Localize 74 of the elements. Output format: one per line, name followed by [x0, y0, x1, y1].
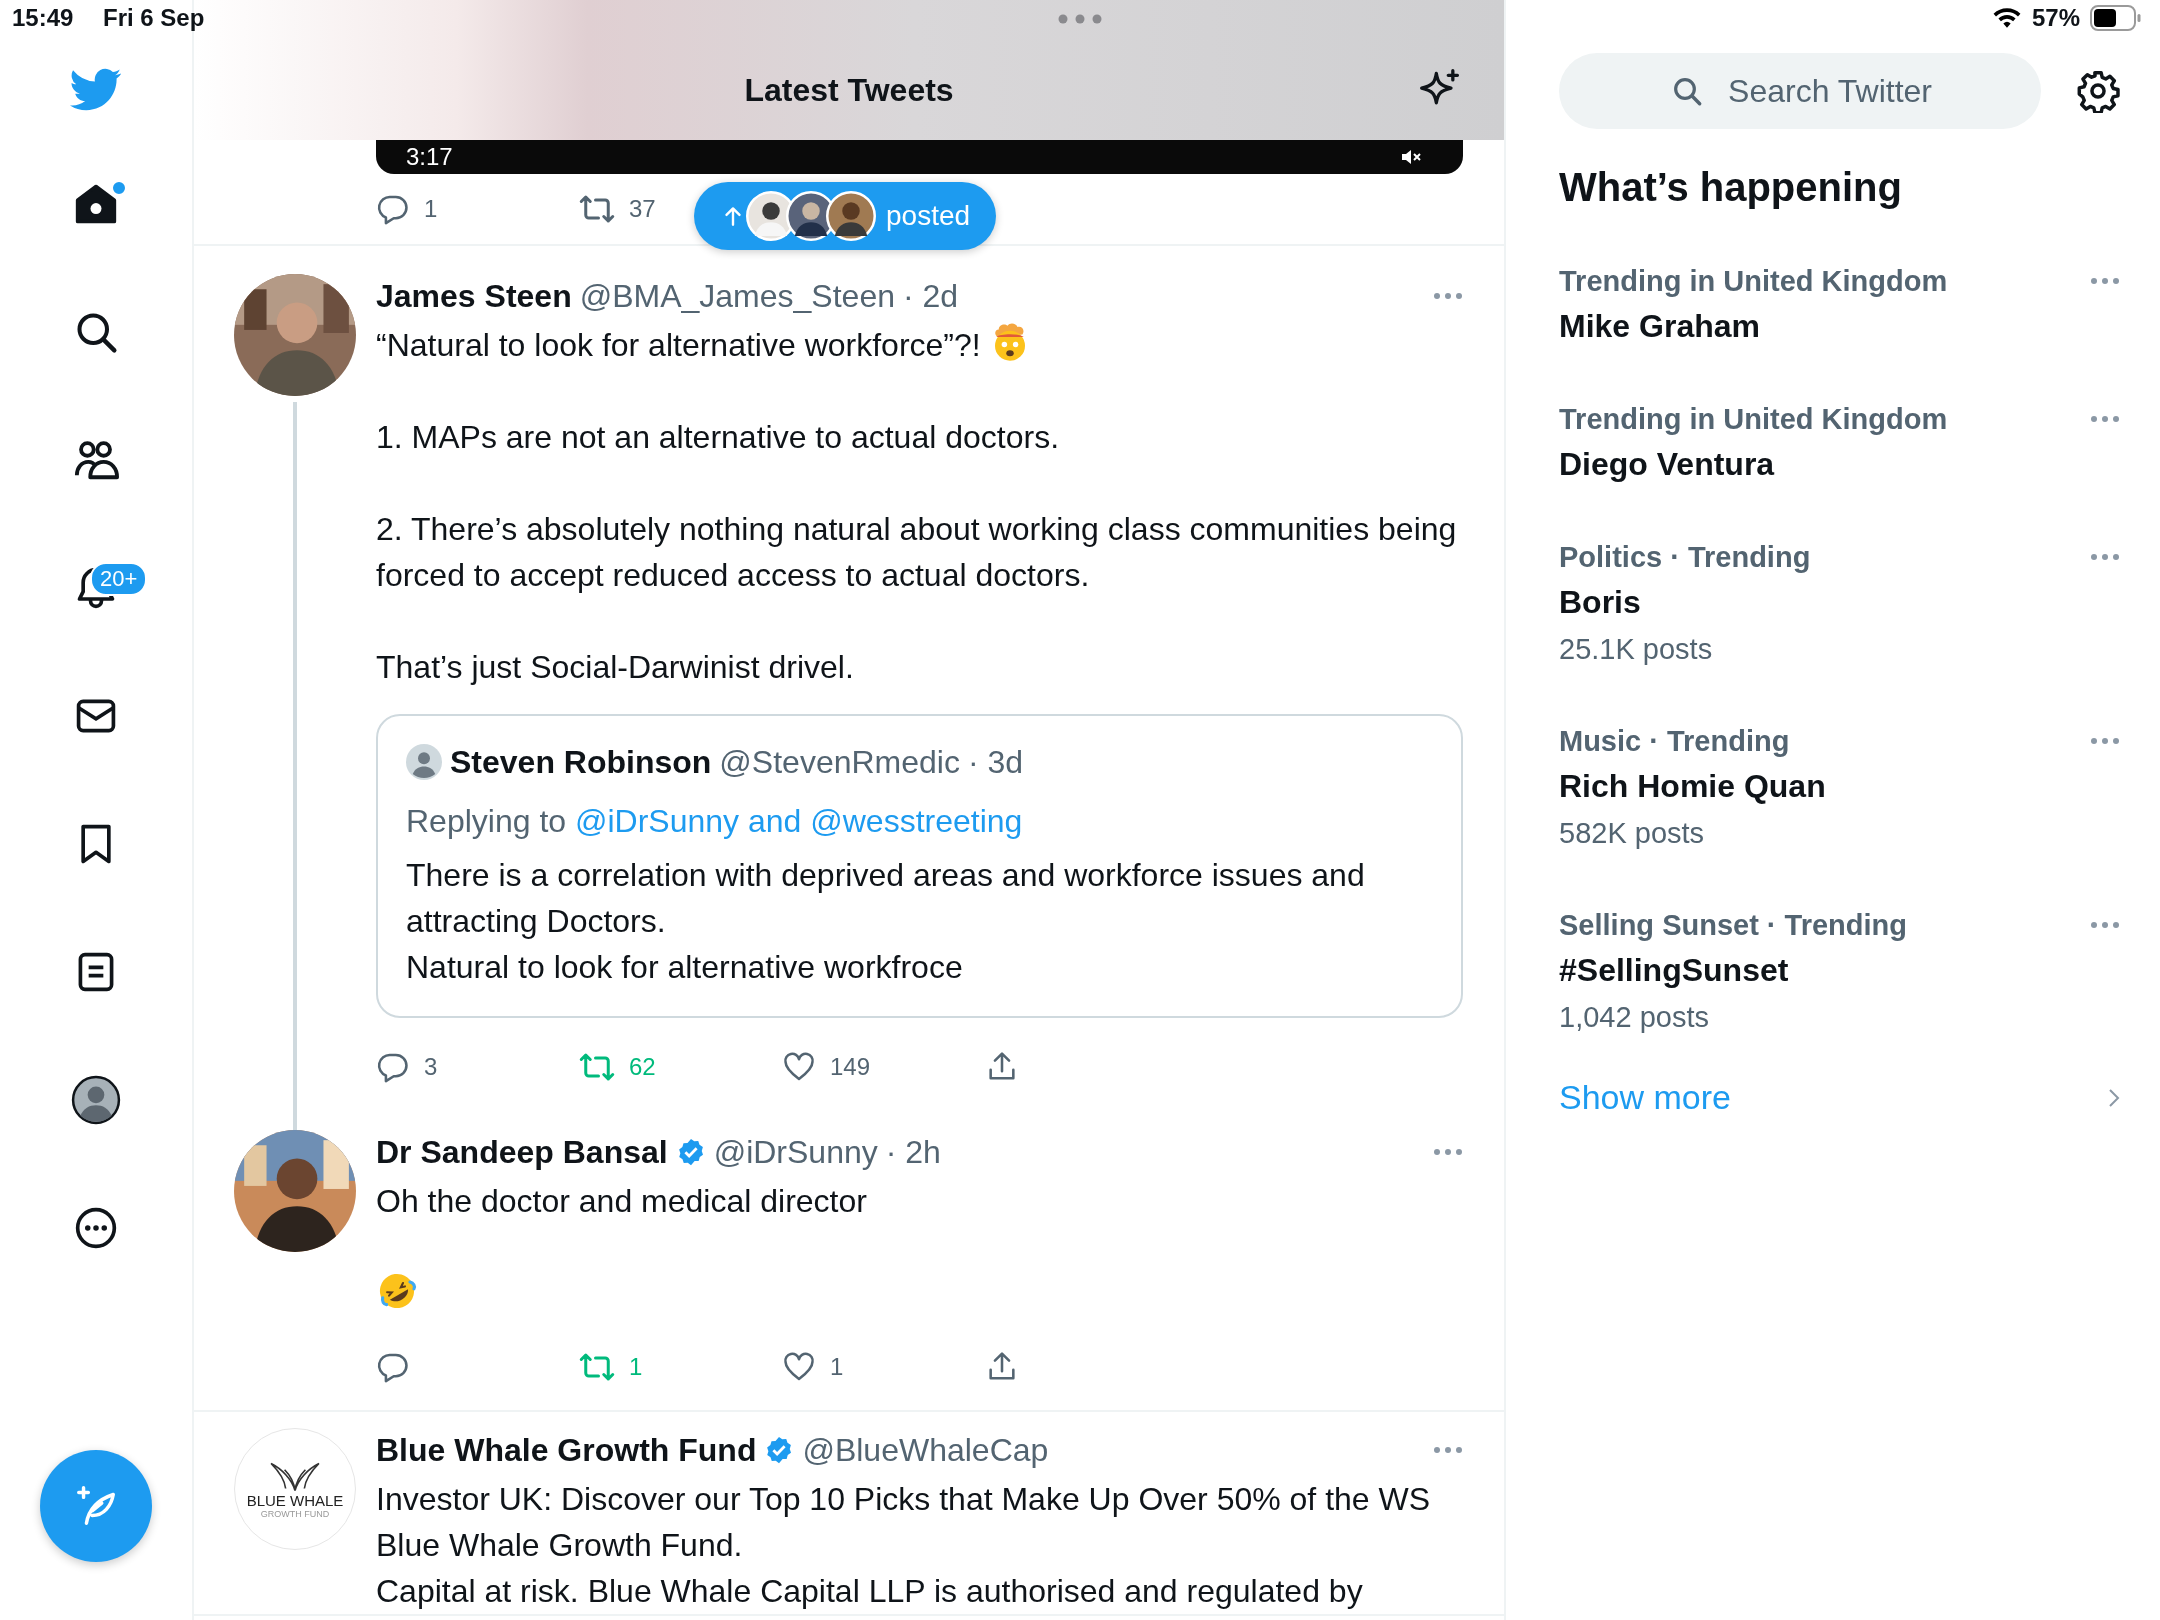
multitask-dots-icon[interactable]	[1058, 14, 1102, 24]
action-count: 62	[629, 1053, 656, 1081]
trend-post-count: 1,042 posts	[1559, 1000, 1710, 1035]
chevron-right-icon[interactable]	[2108, 1087, 2120, 1108]
trend-category[interactable]: Trending in United Kingdom	[1559, 260, 1948, 302]
trend-category[interactable]: Politics · Trending	[1559, 536, 1811, 578]
more-options-icon[interactable]	[1433, 292, 1463, 300]
tweet-text: Investor UK: Discover our Top 10 Picks that Make Up Over 50% of the WS Blue Whale Growth Fund.	[376, 1480, 1432, 1565]
quote-text: Natural to look for alternative workfroce	[406, 948, 964, 987]
post-time: · 3d	[967, 743, 1024, 781]
more-options-icon[interactable]	[2090, 277, 2120, 285]
battery-percent: 57%	[2031, 4, 2080, 32]
tweet-text: “Natural to look for alternative workforce”?!	[376, 327, 981, 363]
post-time: · 2d	[902, 277, 959, 315]
tweet-text: 2. There’s absolutely nothing natural about working class communities being forced to accept reduced access to actual doctors.	[376, 511, 1457, 593]
search-field[interactable]: Search Twitter	[1559, 53, 2041, 129]
status-date: Fri 6 Sep	[103, 4, 205, 32]
author-name[interactable]: James Steen	[376, 277, 572, 315]
tweet-text: 1. MAPs are not an alternative to actual doctors.	[376, 419, 1060, 455]
video-player[interactable]: 3:17	[376, 140, 1463, 174]
more-options-icon[interactable]	[1433, 1446, 1463, 1454]
search-icon	[1671, 75, 1703, 107]
post-time: · 2h	[885, 1133, 941, 1171]
video-duration: 3:17	[406, 143, 453, 171]
author-name: Steven Robinson	[450, 743, 712, 781]
action-count: 3	[424, 1053, 438, 1081]
replying-to-label: Replying to	[406, 803, 567, 839]
search-icon	[74, 310, 118, 354]
settings-icon[interactable]	[2076, 69, 2120, 113]
author-handle: @StevenRmedic	[719, 743, 960, 781]
avatar-icon	[406, 744, 442, 780]
page-title: Latest Tweets	[744, 70, 954, 109]
status-time: 15:49	[12, 4, 74, 32]
wifi-icon	[1991, 7, 2022, 29]
author-handle[interactable]: @BlueWhaleCap	[802, 1431, 1049, 1469]
home-icon	[74, 182, 118, 226]
trend-name[interactable]: Mike Graham	[1559, 302, 2120, 350]
trend-post-count: 25.1K posts	[1559, 632, 1714, 667]
quote-text: There is a correlation with deprived areas and workforce issues and attracting Doctors.	[406, 856, 1366, 941]
tweet-text: Capital at risk. Blue Whale Capital LLP is authorised and regulated by	[376, 1572, 1364, 1611]
trend-name[interactable]: Boris	[1559, 578, 2120, 626]
author-handle[interactable]: @iDrSunny	[713, 1133, 878, 1171]
author-name[interactable]: Dr Sandeep Bansal	[376, 1133, 668, 1171]
trend-category[interactable]: Music · Trending	[1559, 720, 1790, 762]
compose-button[interactable]	[40, 1450, 152, 1562]
trend-post-count: 582K posts	[1559, 816, 1706, 851]
trend-name[interactable]: Diego Ventura	[1559, 440, 2120, 488]
more-options-icon[interactable]	[2090, 415, 2120, 423]
more-icon	[74, 1206, 118, 1250]
logo-subtext: GROWTH FUND	[260, 1508, 330, 1519]
action-count: 1	[830, 1353, 844, 1381]
more-options-icon[interactable]	[2090, 553, 2120, 561]
notification-count: 20+	[90, 562, 148, 596]
action-count: 1	[629, 1353, 643, 1381]
author-handle[interactable]: @BMA_James_Steen	[579, 277, 895, 315]
more-options-icon[interactable]	[2090, 737, 2120, 745]
logo-text: BLUE WHALE	[246, 1491, 344, 1509]
trend-name[interactable]: #SellingSunset	[1559, 946, 2120, 994]
action-count: 149	[830, 1053, 871, 1081]
trend-category[interactable]: Trending in United Kingdom	[1559, 398, 1948, 440]
author-name[interactable]: Blue Whale Growth Fund	[376, 1431, 757, 1469]
tweet-text: That’s just Social-Darwinist drivel.	[376, 649, 854, 685]
section-title: What’s happening	[1559, 165, 1903, 210]
trend-name[interactable]: Rich Homie Quan	[1559, 762, 2120, 810]
avatar-icon	[71, 1075, 121, 1125]
more-options-icon[interactable]	[1433, 1148, 1463, 1156]
bird-logo-icon[interactable]	[70, 68, 122, 112]
more-options-icon[interactable]	[2090, 921, 2120, 929]
battery-icon	[2090, 5, 2142, 31]
action-count: 1	[424, 195, 438, 223]
trend-category[interactable]: Selling Sunset · Trending	[1559, 904, 1908, 946]
action-count: 37	[629, 195, 656, 223]
tweet-text: Oh the doctor and medical director	[376, 1183, 867, 1219]
quoted-tweet[interactable]	[376, 714, 1463, 1018]
